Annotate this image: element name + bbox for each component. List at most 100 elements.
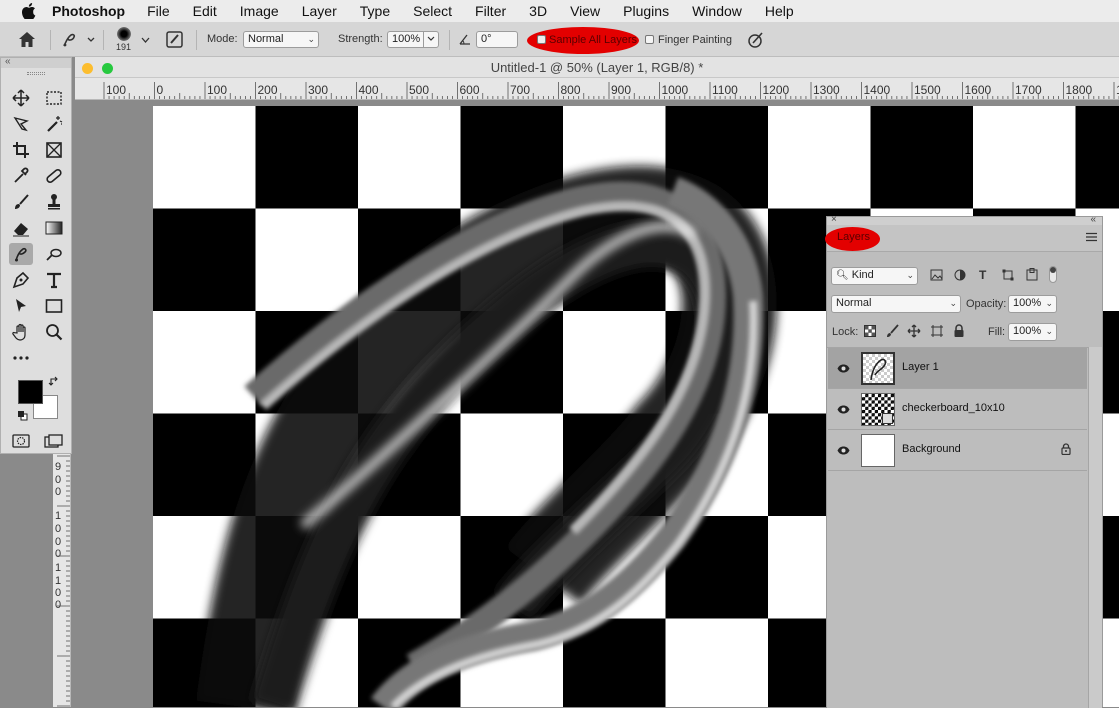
- horizontal-ruler[interactable]: 100 0 100 200 300 400 500 600 700 800 900 1000 1100 1…: [75, 78, 1119, 100]
- menu-type[interactable]: Type: [360, 3, 390, 19]
- layer-row-layer-1[interactable]: Layer 1: [828, 348, 1087, 389]
- ruler-tick-label: 100: [207, 83, 227, 97]
- visibility-eye-icon[interactable]: [837, 362, 850, 376]
- collapse-panel-icon[interactable]: «: [5, 56, 11, 67]
- opacity-input[interactable]: 100% ⌄: [1008, 295, 1057, 313]
- ruler-tick-label: 500: [409, 83, 429, 97]
- clone-stamp-tool-icon[interactable]: [42, 191, 66, 213]
- lock-position-icon[interactable]: [907, 324, 921, 341]
- pen-tool-icon[interactable]: [9, 269, 33, 291]
- menu-help[interactable]: Help: [765, 3, 794, 19]
- zoom-tool-icon[interactable]: [42, 321, 66, 343]
- layers-list: Layer 1 checkerboard_10x10 Background: [827, 347, 1088, 708]
- marquee-tool-icon[interactable]: [42, 87, 66, 109]
- default-colors-icon[interactable]: [17, 410, 28, 424]
- layer-1-thumbnail[interactable]: [861, 352, 895, 385]
- layer-filter-kind-select[interactable]: 🔍︎ Kind ⌄: [831, 267, 918, 285]
- filter-pixel-layers-icon[interactable]: [930, 269, 943, 284]
- menu-image[interactable]: Image: [240, 3, 279, 19]
- background-layer-thumbnail[interactable]: [861, 434, 895, 467]
- lasso-tool-icon[interactable]: [9, 113, 33, 135]
- visibility-eye-icon[interactable]: [837, 444, 850, 458]
- tab-layers[interactable]: Layers: [837, 231, 870, 243]
- eyedropper-tool-icon[interactable]: [9, 165, 33, 187]
- mode-select[interactable]: Normal ⌄: [243, 31, 319, 48]
- filter-toggle-switch[interactable]: [1049, 266, 1057, 283]
- visibility-eye-icon[interactable]: [837, 403, 850, 417]
- layer-name[interactable]: checkerboard_10x10: [902, 402, 1005, 414]
- apple-logo-icon[interactable]: [20, 2, 38, 20]
- panel-menu-icon[interactable]: [1086, 231, 1097, 245]
- type-tool-icon[interactable]: [42, 269, 66, 291]
- strength-dropdown-button[interactable]: [423, 31, 439, 48]
- menu-view[interactable]: View: [570, 3, 600, 19]
- magic-wand-tool-icon[interactable]: [42, 113, 66, 135]
- layer-row-background[interactable]: Background: [828, 430, 1087, 471]
- close-panel-icon[interactable]: ×: [831, 214, 837, 225]
- brush-settings-panel-icon[interactable]: [166, 31, 184, 51]
- ruler-tick-label: 0: [157, 83, 164, 97]
- menu-app-name[interactable]: Photoshop: [52, 3, 125, 19]
- layer-name[interactable]: Background: [902, 443, 961, 455]
- lock-image-pixels-icon[interactable]: [886, 324, 900, 341]
- layer-name[interactable]: Layer 1: [902, 361, 939, 373]
- brush-dropdown-chevron-icon[interactable]: [141, 33, 150, 47]
- menu-3d[interactable]: 3D: [529, 3, 547, 19]
- layers-scrollbar[interactable]: [1088, 347, 1102, 708]
- ruler-tick-label: 0: [55, 548, 61, 560]
- sample-all-layers-checkbox[interactable]: [537, 35, 546, 44]
- gradient-tool-icon[interactable]: [42, 217, 66, 239]
- smudge-tool-preset-icon[interactable]: [60, 31, 96, 52]
- menu-layer[interactable]: Layer: [302, 3, 337, 19]
- path-selection-tool-icon[interactable]: [9, 295, 33, 317]
- blend-mode-select[interactable]: Normal ⌄: [831, 295, 961, 313]
- sample-all-layers-label[interactable]: Sample All Layers: [549, 33, 637, 47]
- ruler-tick-label: 1: [55, 510, 61, 522]
- finger-painting-checkbox[interactable]: [645, 35, 654, 44]
- filter-smart-objects-icon[interactable]: [1026, 268, 1038, 284]
- lock-transparent-pixels-icon[interactable]: [864, 325, 876, 340]
- menu-filter[interactable]: Filter: [475, 3, 506, 19]
- quick-mask-icon[interactable]: [12, 434, 30, 451]
- angle-input[interactable]: 0°: [476, 31, 518, 48]
- filter-shape-layers-icon[interactable]: [1002, 269, 1014, 284]
- layer-lock-icon[interactable]: [1061, 443, 1071, 458]
- layers-panel-header[interactable]: × «: [827, 214, 1102, 225]
- home-icon[interactable]: [18, 31, 36, 51]
- menu-file[interactable]: File: [147, 3, 170, 19]
- foreground-color-swatch[interactable]: [18, 380, 43, 404]
- brush-preview-icon[interactable]: [117, 27, 131, 41]
- frame-tool-icon[interactable]: [42, 139, 66, 161]
- smudge-tool-icon[interactable]: [9, 243, 33, 265]
- layer-row-checkerboard[interactable]: checkerboard_10x10: [828, 389, 1087, 430]
- swap-colors-icon[interactable]: [48, 376, 60, 391]
- finger-painting-label[interactable]: Finger Painting: [658, 33, 732, 47]
- menu-plugins[interactable]: Plugins: [623, 3, 669, 19]
- checkerboard-layer-thumbnail[interactable]: [861, 393, 895, 426]
- fill-input[interactable]: 100% ⌄: [1008, 323, 1057, 341]
- hand-tool-icon[interactable]: [9, 321, 33, 343]
- fill-label: Fill:: [988, 326, 1006, 338]
- collapse-panel-icon[interactable]: «: [1090, 214, 1096, 225]
- filter-adjustment-layers-icon[interactable]: [954, 269, 966, 284]
- menu-edit[interactable]: Edit: [193, 3, 217, 19]
- rectangle-tool-icon[interactable]: [42, 295, 66, 317]
- healing-brush-tool-icon[interactable]: [42, 165, 66, 187]
- more-tools-icon[interactable]: [9, 347, 33, 369]
- move-tool-icon[interactable]: [9, 87, 33, 109]
- tools-panel-header[interactable]: «: [1, 56, 71, 68]
- angle-icon: [458, 32, 472, 49]
- panel-grip[interactable]: [27, 72, 45, 75]
- menu-select[interactable]: Select: [413, 3, 452, 19]
- eraser-tool-icon[interactable]: [9, 217, 33, 239]
- lock-artboards-icon[interactable]: [930, 324, 944, 341]
- brush-tool-icon[interactable]: [9, 191, 33, 213]
- screen-mode-icon[interactable]: [44, 434, 64, 451]
- lock-all-icon[interactable]: [953, 324, 965, 341]
- menu-window[interactable]: Window: [692, 3, 742, 19]
- crop-tool-icon[interactable]: [9, 139, 33, 161]
- filter-type-layers-icon[interactable]: T: [979, 268, 986, 282]
- pressure-strength-icon[interactable]: [747, 31, 765, 52]
- dodge-tool-icon[interactable]: [42, 243, 66, 265]
- options-bar: 191 Mode: Normal ⌄ Strength: 100% 0° Samp…: [0, 22, 1119, 57]
